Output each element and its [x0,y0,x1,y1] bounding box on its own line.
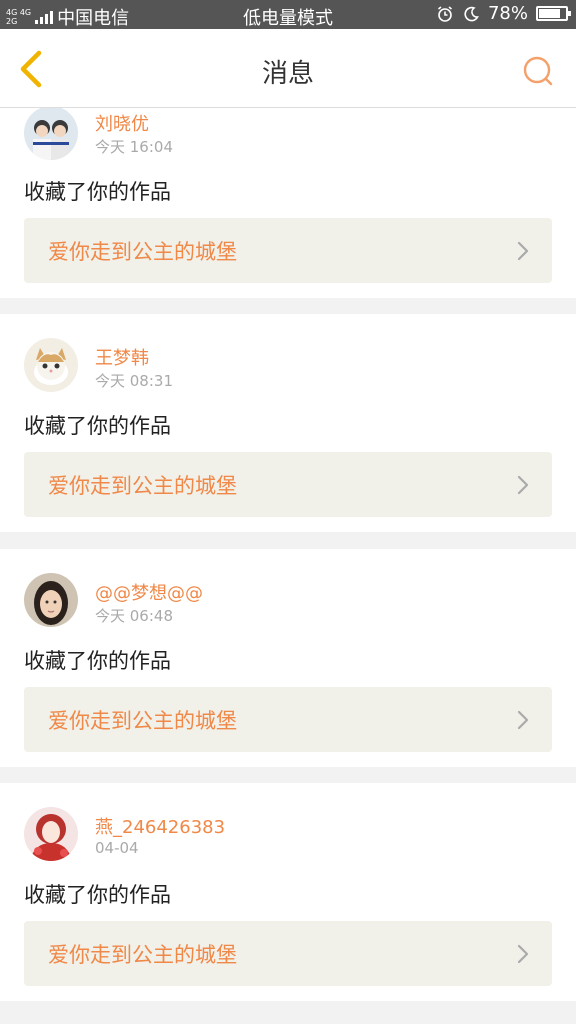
action-text: 收藏了你的作品 [24,649,171,673]
message-card[interactable]: 王梦韩 今天 08:31 收藏了你的作品 爱你走到公主的城堡 [0,314,576,532]
nav-bar: 消息 [0,29,576,108]
message-time: 今天 08:31 [95,372,173,390]
message-card[interactable]: 刘晓优 今天 16:04 收藏了你的作品 爱你走到公主的城堡 [0,98,576,298]
work-title: 爱你走到公主的城堡 [48,474,237,498]
battery-icon [536,6,571,21]
search-icon[interactable] [522,55,554,87]
chevron-right-icon [517,944,529,964]
chevron-right-icon [517,475,529,495]
user-name[interactable]: @@梦想@@ [95,579,203,605]
message-time: 今天 16:04 [95,138,173,156]
message-card[interactable]: 燕_246426383 04-04 收藏了你的作品 爱你走到公主的城堡 [0,783,576,1001]
chevron-right-icon [517,710,529,730]
chevron-right-icon [517,241,529,261]
work-title: 爱你走到公主的城堡 [48,943,237,967]
message-time: 今天 06:48 [95,607,173,625]
user-name[interactable]: 王梦韩 [95,344,149,370]
alarm-icon [437,5,452,22]
moon-icon [464,6,479,21]
status-right: 78% [436,3,571,24]
work-title: 爱你走到公主的城堡 [48,709,237,733]
page-title: 消息 [261,59,314,89]
message-time: 04-04 [95,839,139,857]
action-text: 收藏了你的作品 [24,883,171,907]
avatar[interactable] [24,807,78,861]
avatar[interactable] [24,573,78,627]
work-reference[interactable]: 爱你走到公主的城堡 [24,921,552,986]
user-name[interactable]: 刘晓优 [95,110,149,136]
battery-percent: 78% [487,3,528,24]
message-card[interactable]: @@梦想@@ 今天 06:48 收藏了你的作品 爱你走到公主的城堡 [0,549,576,767]
user-name[interactable]: 燕_246426383 [95,813,225,839]
avatar[interactable] [24,106,78,160]
work-title: 爱你走到公主的城堡 [48,240,237,264]
work-reference[interactable]: 爱你走到公主的城堡 [24,687,552,752]
work-reference[interactable]: 爱你走到公主的城堡 [24,218,552,283]
action-text: 收藏了你的作品 [24,414,171,438]
action-text: 收藏了你的作品 [24,180,171,204]
avatar[interactable] [24,338,78,392]
status-bar: 4G 4G 2G 中国电信 低电量模式 78% [0,0,576,29]
work-reference[interactable]: 爱你走到公主的城堡 [24,452,552,517]
